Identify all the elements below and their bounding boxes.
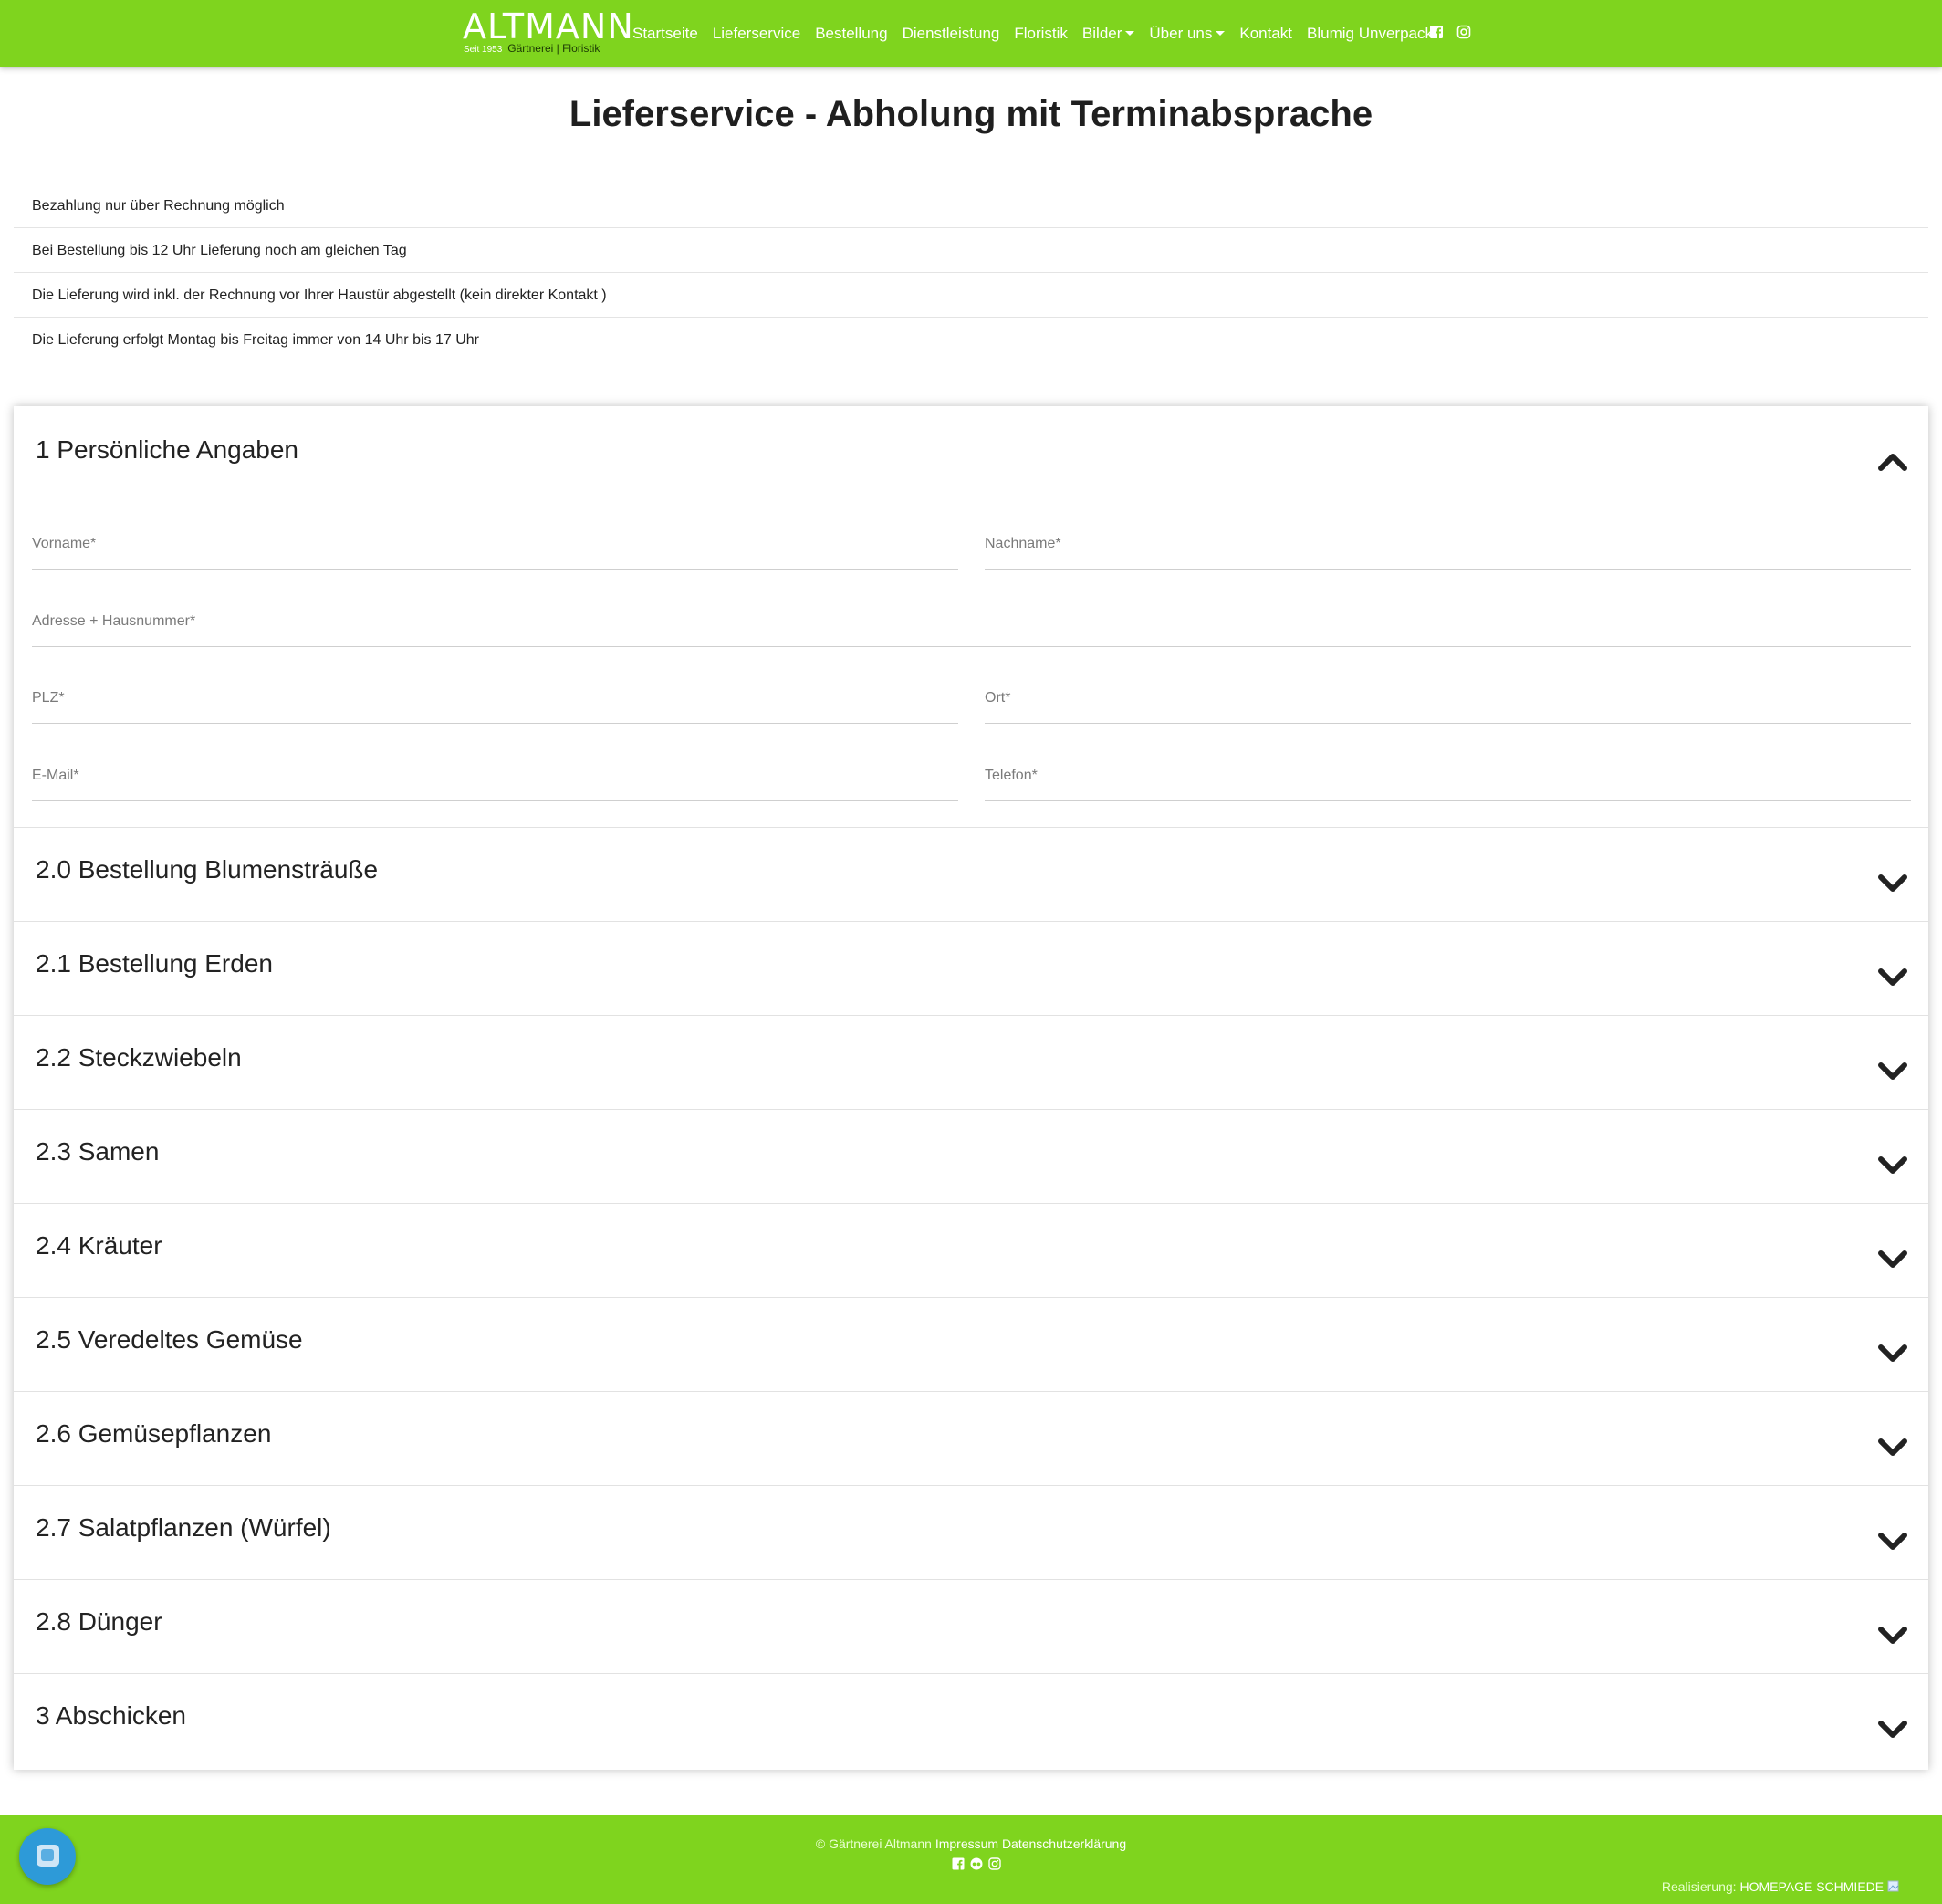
nav-links: Startseite Lieferservice Bestellung Dien… <box>632 0 1437 67</box>
instagram-icon[interactable] <box>1456 25 1471 39</box>
datenschutz-link[interactable]: Datenschutzerklärung <box>1002 1836 1126 1851</box>
brand-sub: Seit 1953 Gärtnerei | Floristik <box>464 42 600 55</box>
chevron-down-icon <box>1878 1062 1907 1080</box>
section-erden-header[interactable]: 2.1 Bestellung Erden <box>14 922 1928 1015</box>
nav-bestellung[interactable]: Bestellung <box>815 25 887 43</box>
navbar: ALTMANN Seit 1953 Gärtnerei | Floristik S… <box>0 0 1942 67</box>
brand-tagline: Gärtnerei | Floristik <box>507 42 600 55</box>
chevron-down-icon <box>1878 1721 1907 1738</box>
vorname-input[interactable] <box>32 522 958 566</box>
page-title: Lieferservice - Abholung mit Terminabspr… <box>569 94 1373 134</box>
caret-down-icon <box>1216 31 1226 36</box>
instagram-icon[interactable] <box>988 1857 1001 1870</box>
telefon-input[interactable] <box>985 754 1911 798</box>
section-gemuesepflanzen-header[interactable]: 2.6 Gemüsepflanzen <box>14 1392 1928 1485</box>
section-salatpflanzen-header[interactable]: 2.7 Salatpflanzen (Würfel) <box>14 1486 1928 1579</box>
plz-field <box>32 676 958 724</box>
section-kraeuter-header[interactable]: 2.4 Kräuter <box>14 1204 1928 1297</box>
section-title: 2.6 Gemüsepflanzen <box>36 1419 272 1448</box>
section-title: 3 Abschicken <box>36 1701 186 1730</box>
caret-down-icon <box>1125 31 1135 36</box>
chevron-down-icon <box>1878 1533 1907 1550</box>
section-title: 2.2 Steckzwiebeln <box>36 1043 242 1072</box>
ort-input[interactable] <box>985 676 1911 720</box>
realisierung-label: Realisierung: <box>1661 1879 1737 1894</box>
nav-startseite[interactable]: Startseite <box>632 25 698 43</box>
adresse-input[interactable] <box>32 600 1911 643</box>
section-steckzwiebeln-header[interactable]: 2.2 Steckzwiebeln <box>14 1016 1928 1109</box>
tripadvisor-icon[interactable] <box>970 1857 983 1870</box>
section-abschicken-header[interactable]: 3 Abschicken <box>14 1674 1928 1770</box>
nav-kontakt[interactable]: Kontakt <box>1239 25 1292 43</box>
delivery-info-list: Bezahlung nur über Rechnung möglich Bei … <box>14 183 1928 362</box>
section-veredeltes-gemuese-header[interactable]: 2.5 Veredeltes Gemüse <box>14 1298 1928 1391</box>
chevron-down-icon <box>1878 1438 1907 1456</box>
nav-floristik[interactable]: Floristik <box>1014 25 1068 43</box>
section-title: 2.1 Bestellung Erden <box>36 949 273 978</box>
broken-image-icon <box>1887 1880 1899 1892</box>
nachname-field <box>985 522 1911 570</box>
footer-links: © Gärtnerei Altmann Impressum Datenschut… <box>0 1836 1942 1851</box>
section-title: 2.8 Dünger <box>36 1607 162 1636</box>
section-personal-header[interactable]: 1 Persönliche Angaben <box>14 406 1928 497</box>
brand-since: Seit 1953 <box>464 45 503 55</box>
vorname-field <box>32 522 958 570</box>
telefon-field <box>985 754 1911 801</box>
brand-logo[interactable]: ALTMANN Seit 1953 Gärtnerei | Floristik <box>463 8 633 55</box>
brand-name: ALTMANN <box>463 6 634 47</box>
nachname-input[interactable] <box>985 522 1911 566</box>
section-duenger-header[interactable]: 2.8 Dünger <box>14 1580 1928 1673</box>
chat-widget-button[interactable] <box>19 1828 76 1885</box>
section-title: 2.3 Samen <box>36 1137 160 1166</box>
chevron-down-icon <box>1878 1250 1907 1268</box>
nav-bilder-dropdown[interactable]: Bilder <box>1082 25 1135 43</box>
section-title: 2.0 Bestellung Blumensträuße <box>36 855 379 884</box>
chevron-down-icon <box>1878 968 1907 986</box>
footer-copyright: © Gärtnerei Altmann <box>815 1836 932 1851</box>
homepage-schmiede-link[interactable]: HOMEPAGE SCHMIEDE <box>1739 1879 1884 1894</box>
info-item: Bezahlung nur über Rechnung möglich <box>14 183 1928 228</box>
section-title: 1 Persönliche Angaben <box>36 435 298 464</box>
nav-lieferservice[interactable]: Lieferservice <box>713 25 800 43</box>
chevron-down-icon <box>1878 1156 1907 1174</box>
section-samen-header[interactable]: 2.3 Samen <box>14 1110 1928 1203</box>
email-input[interactable] <box>32 754 958 798</box>
chevron-up-icon <box>1878 454 1907 471</box>
ort-field <box>985 676 1911 724</box>
chevron-down-icon <box>1878 874 1907 892</box>
footer: © Gärtnerei Altmann Impressum Datenschut… <box>0 1815 1942 1904</box>
info-item: Die Lieferung erfolgt Montag bis Freitag… <box>32 332 479 348</box>
realisierung: Realisierung: HOMEPAGE SCHMIEDE <box>1662 1879 1900 1894</box>
chevron-down-icon <box>1878 1344 1907 1362</box>
nav-ueber-uns-dropdown[interactable]: Über uns <box>1149 25 1226 43</box>
order-form-accordion: 1 Persönliche Angaben 2.0 Bestellung Blu… <box>14 406 1928 1770</box>
facebook-icon[interactable] <box>1429 25 1444 39</box>
chevron-down-icon <box>1878 1627 1907 1644</box>
nav-dienstleistung[interactable]: Dienstleistung <box>903 25 1000 43</box>
email-field <box>32 754 958 801</box>
nav-blumig-unverpackt[interactable]: Blumig Unverpackt <box>1307 25 1437 43</box>
footer-social <box>952 1857 1001 1870</box>
section-title: 2.5 Veredeltes Gemüse <box>36 1325 303 1354</box>
section-title: 2.4 Kräuter <box>36 1231 162 1260</box>
section-title: 2.7 Salatpflanzen (Würfel) <box>36 1513 331 1542</box>
impressum-link[interactable]: Impressum <box>935 1836 998 1851</box>
adresse-field <box>32 600 1911 647</box>
info-item: Die Lieferung wird inkl. der Rechnung vo… <box>14 273 1928 318</box>
facebook-icon[interactable] <box>952 1857 965 1870</box>
section-blumenstraeusse-header[interactable]: 2.0 Bestellung Blumensträuße <box>14 828 1928 921</box>
plz-input[interactable] <box>32 676 958 720</box>
chat-dot <box>41 1849 54 1861</box>
info-item: Bei Bestellung bis 12 Uhr Lieferung noch… <box>14 228 1928 273</box>
